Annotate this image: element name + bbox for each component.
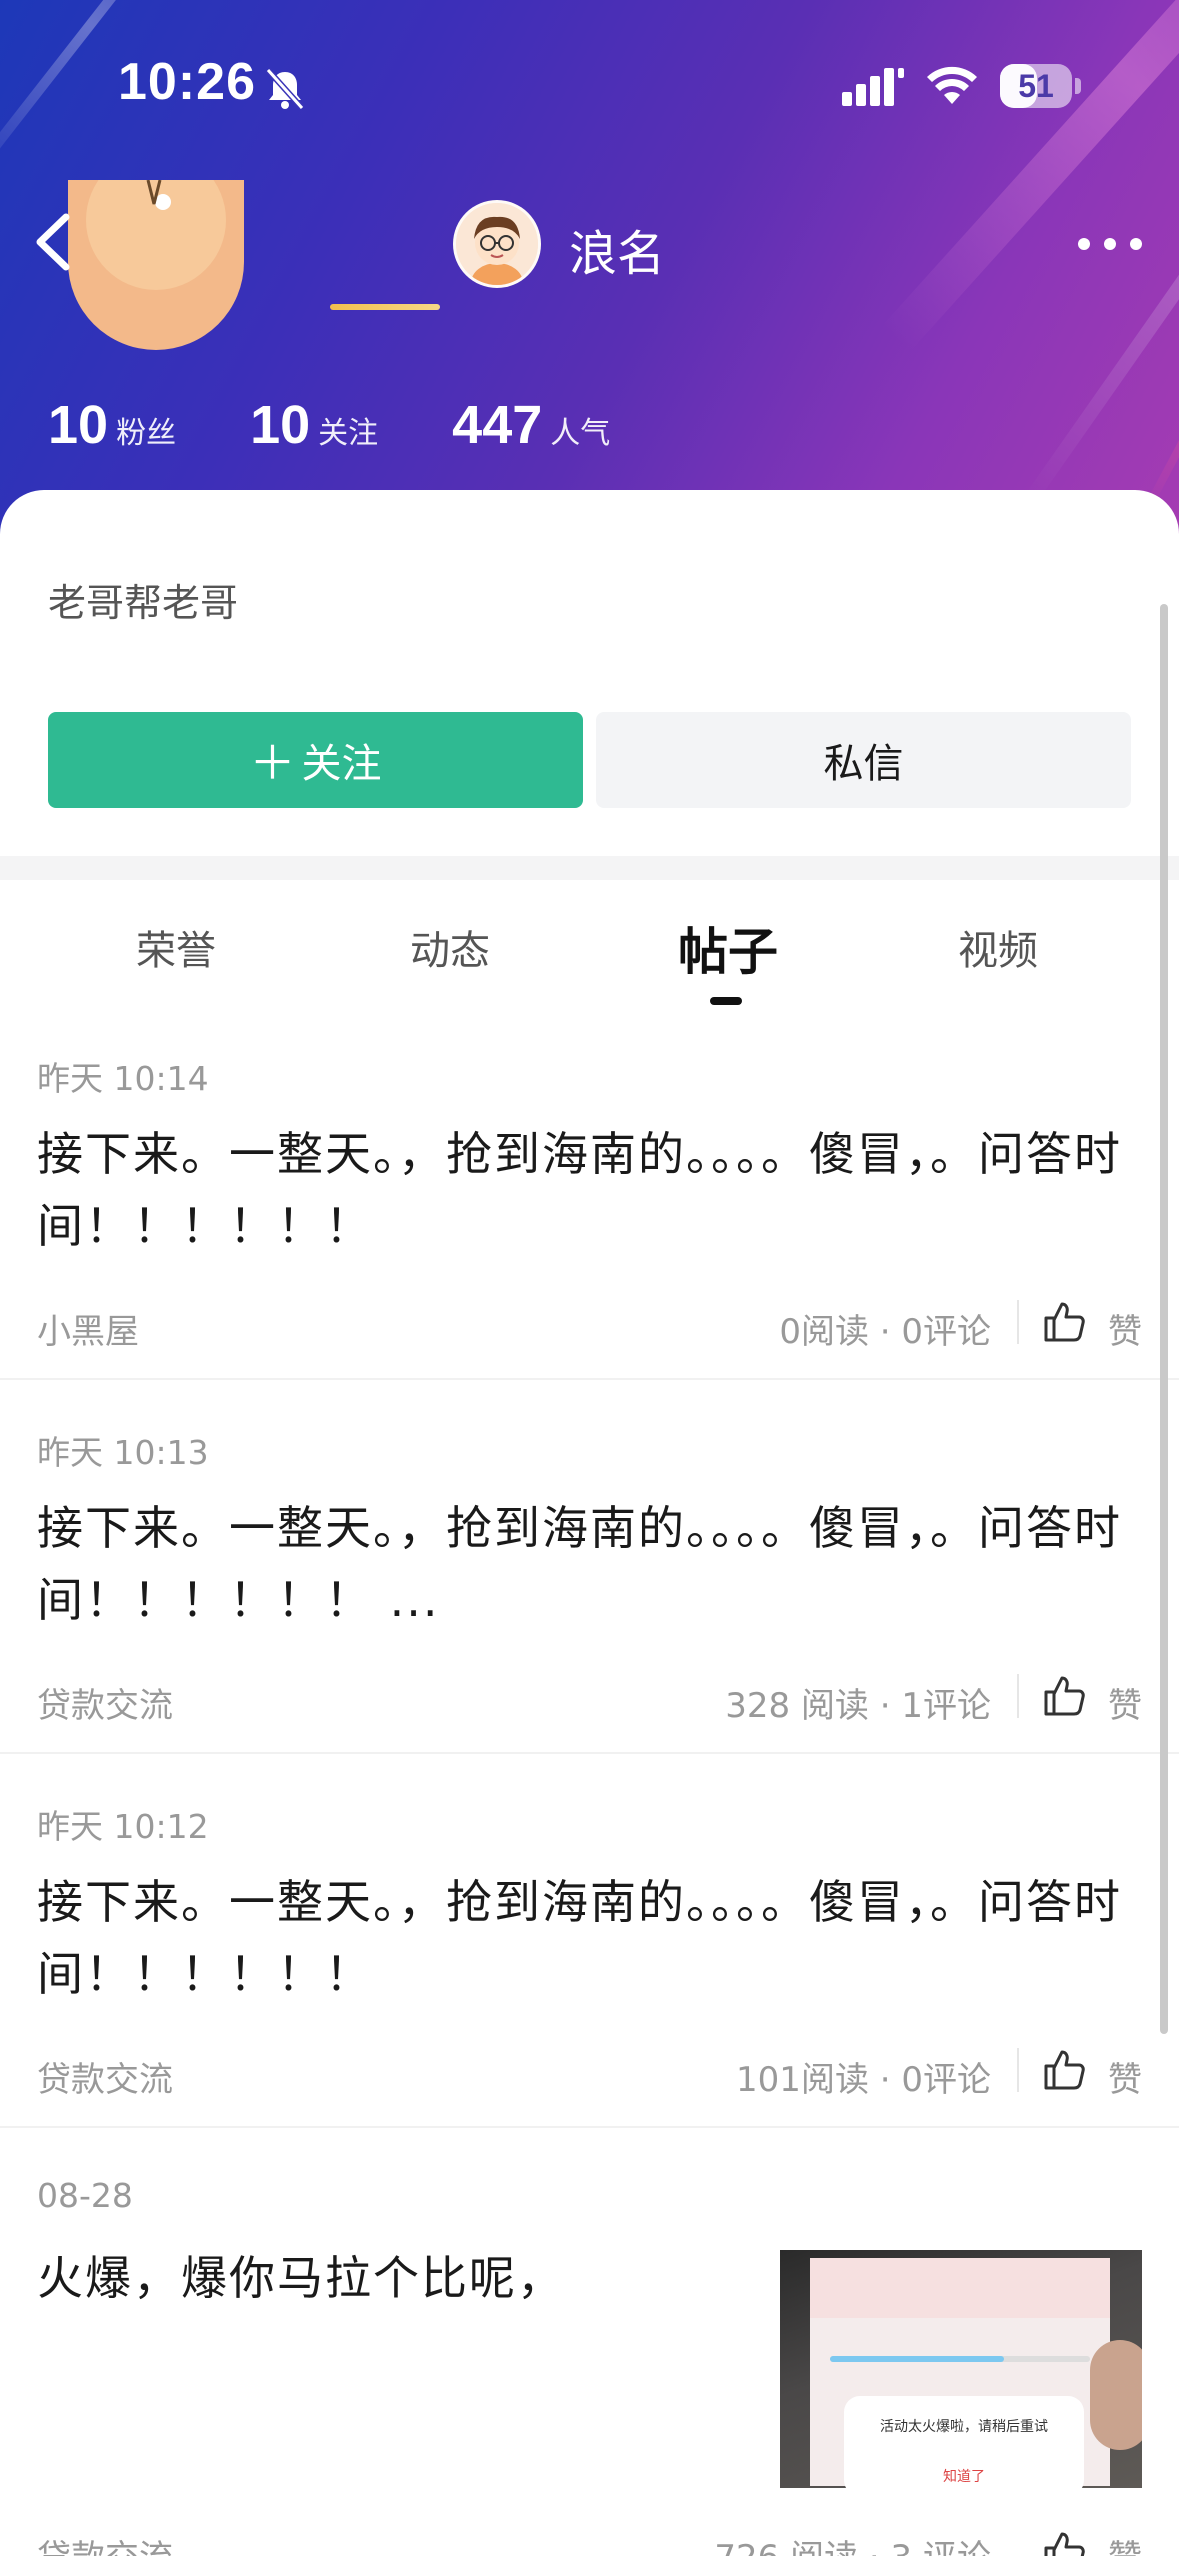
post-time: 昨天 10:12 [37, 1807, 209, 1846]
message-button[interactable]: 私信 [596, 712, 1131, 808]
post-stats: 328 阅读 · 1评论 [725, 1686, 991, 1726]
section-divider [0, 856, 1179, 880]
post-title[interactable]: 火爆，爆你马拉个比呢， [37, 2242, 757, 2314]
post-time: 昨天 10:13 [37, 1433, 209, 1472]
more-options-icon[interactable] [1070, 222, 1150, 266]
tab-posts[interactable]: 帖子 [678, 912, 778, 984]
post-stats: 726 阅读 · 3 评论 [714, 2530, 991, 2556]
back-button[interactable] [30, 205, 90, 279]
stat-label: 人气 [550, 416, 611, 451]
thumbnail-dialog-button: 知道了 [943, 2469, 985, 2485]
stat-following[interactable]: 10 关注 [250, 394, 378, 456]
status-time: 10:26 [118, 53, 256, 111]
level-badge [330, 304, 440, 310]
post-category[interactable]: 贷款交流 [37, 2530, 173, 2556]
thumbnail-dialog: 活动太火爆啦，请稍后重试 知道了 [844, 2396, 1084, 2488]
battery-indicator: 51 [1000, 64, 1081, 108]
cellular-signal-icon [842, 68, 904, 106]
profile-stats: 10 粉丝 10 关注 447 人气 [48, 394, 684, 464]
nav-avatar[interactable] [453, 200, 541, 288]
post-title[interactable]: 接下来。一整天。，抢到海南的。。。。傻冒，。问答时间！！！！！！ [37, 1866, 1147, 2010]
post-divider [0, 1378, 1179, 1380]
post-title[interactable]: 接下来。一整天。，抢到海南的。。。。傻冒，。问答时间！！！！！！ [37, 1118, 1147, 1262]
tab-activity[interactable]: 动态 [410, 918, 490, 976]
bell-off-icon [265, 67, 305, 111]
thumbs-up-icon[interactable] [1042, 1300, 1086, 1344]
thumbnail-dialog-text: 活动太火爆啦，请稍后重试 [880, 2419, 1048, 2435]
nav-username: 浪名 [569, 226, 666, 282]
message-label: 私信 [823, 741, 904, 787]
like-label[interactable]: 赞 [1108, 2052, 1142, 2101]
post-title[interactable]: 接下来。一整天。，抢到海南的。。。。傻冒，。问答时间！！！！！！ ... [37, 1492, 1147, 1636]
post-divider [0, 2126, 1179, 2128]
post-category[interactable]: 贷款交流 [37, 2052, 173, 2101]
post-time: 08-28 [37, 2176, 133, 2215]
content-tabs: 荣誉 动态 帖子 视频 [0, 918, 1179, 1018]
post-stats: 101阅读 · 0评论 [736, 2060, 991, 2100]
like-label[interactable]: 赞 [1108, 2530, 1142, 2556]
post-divider [0, 1752, 1179, 1754]
profile-avatar[interactable] [68, 180, 244, 350]
stat-value: 10 [48, 395, 109, 455]
stat-fans[interactable]: 10 粉丝 [48, 394, 176, 456]
thumbs-up-icon[interactable] [1042, 1674, 1086, 1718]
tab-videos[interactable]: 视频 [958, 918, 1038, 976]
post-time: 昨天 10:14 [37, 1059, 209, 1098]
post-thumbnail[interactable]: 活动太火爆啦，请稍后重试 知道了 [780, 2250, 1142, 2488]
profile-bio: 老哥帮老哥 [48, 581, 239, 625]
post-category[interactable]: 小黑屋 [37, 1304, 139, 1353]
plus-icon: ＋ [249, 736, 296, 790]
wifi-icon [927, 66, 977, 104]
follow-label: 关注 [301, 741, 382, 787]
battery-percent: 51 [1018, 68, 1054, 104]
stat-label: 粉丝 [116, 416, 177, 451]
meta-separator [1017, 2048, 1019, 2092]
follow-button[interactable]: ＋ 关注 [48, 712, 583, 808]
stat-popularity: 447 人气 [452, 394, 610, 456]
meta-separator [1017, 1300, 1019, 1344]
stat-value: 447 [452, 395, 543, 455]
post-stats: 0阅读 · 0评论 [779, 1312, 991, 1352]
banner-light-streak [881, 0, 1179, 352]
thumbs-up-icon[interactable] [1042, 2048, 1086, 2092]
tab-honors[interactable]: 荣誉 [136, 918, 216, 976]
thumbs-up-icon[interactable] [1042, 2530, 1086, 2556]
like-label[interactable]: 赞 [1108, 1678, 1142, 1727]
scrollbar[interactable] [1160, 604, 1168, 2034]
stat-label: 关注 [318, 416, 379, 451]
like-label[interactable]: 赞 [1108, 1304, 1142, 1353]
stat-value: 10 [250, 395, 311, 455]
meta-separator [1017, 1674, 1019, 1718]
active-tab-indicator [710, 997, 742, 1005]
post-category[interactable]: 贷款交流 [37, 1678, 173, 1727]
